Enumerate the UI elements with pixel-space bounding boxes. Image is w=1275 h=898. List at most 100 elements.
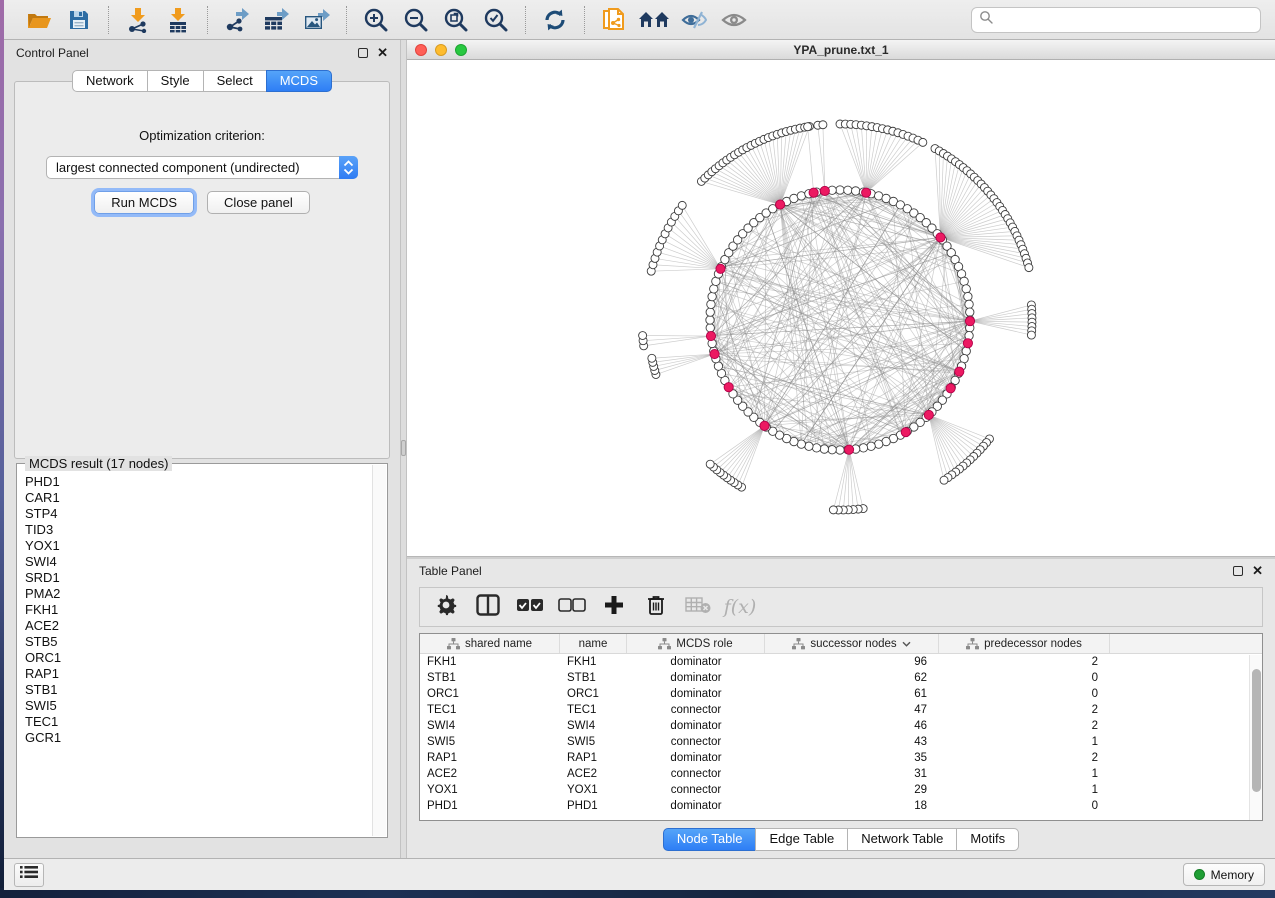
table-row[interactable]: ORC1ORC1dominator610 — [420, 686, 1262, 702]
create-column-button[interactable] — [600, 593, 628, 621]
mcds-result-item[interactable]: ACE2 — [25, 618, 372, 634]
select-all-rows-button[interactable] — [516, 593, 544, 621]
show-all-button[interactable] — [717, 5, 751, 35]
table-scrollbar-thumb[interactable] — [1252, 669, 1261, 792]
search-field[interactable] — [971, 7, 1261, 33]
run-mcds-button[interactable]: Run MCDS — [94, 191, 194, 214]
mcds-result-item[interactable]: STB5 — [25, 634, 372, 650]
delete-columns-button[interactable] — [642, 593, 670, 621]
mcds-result-item[interactable]: CAR1 — [25, 490, 372, 506]
table-tab-node-table[interactable]: Node Table — [663, 828, 757, 851]
table-tab-motifs[interactable]: Motifs — [956, 828, 1019, 851]
optimization-criterion-select[interactable]: largest connected component (undirected) — [46, 156, 358, 179]
network-graph[interactable] — [407, 60, 1275, 556]
mcds-result-item[interactable]: YOX1 — [25, 538, 372, 554]
memory-button[interactable]: Memory — [1183, 863, 1265, 886]
splitter-handle[interactable] — [401, 440, 406, 456]
first-neighbors-button[interactable] — [637, 5, 671, 35]
status-bar: Memory — [4, 858, 1275, 890]
float-panel-icon[interactable] — [358, 48, 368, 58]
node-table-header: shared namenameMCDS rolesuccessor nodesp… — [420, 634, 1262, 654]
column-header-shared-name[interactable]: shared name — [420, 634, 560, 653]
zoom-fit-button[interactable] — [439, 5, 473, 35]
table-row[interactable]: RAP1RAP1dominator352 — [420, 750, 1262, 766]
tab-mcds[interactable]: MCDS — [266, 70, 332, 92]
export-image-icon — [303, 7, 331, 33]
mcds-result-item[interactable]: SWI4 — [25, 554, 372, 570]
zoom-selected-button[interactable] — [479, 5, 513, 35]
table-tab-network-table[interactable]: Network Table — [847, 828, 957, 851]
zoom-fit-icon — [443, 7, 469, 33]
table-settings-button[interactable] — [432, 593, 460, 621]
tab-select[interactable]: Select — [203, 70, 267, 92]
node-table-body: FKH1FKH1dominator962STB1STB1dominator620… — [420, 654, 1262, 814]
apply-layout-button[interactable] — [538, 5, 572, 35]
window-maximize-icon[interactable] — [455, 44, 467, 56]
table-tab-edge-table[interactable]: Edge Table — [755, 828, 848, 851]
mcds-result-item[interactable]: GCR1 — [25, 730, 372, 746]
mcds-result-item[interactable]: SWI5 — [25, 698, 372, 714]
mcds-result-item[interactable]: FKH1 — [25, 602, 372, 618]
duplicate-network-button[interactable] — [597, 5, 631, 35]
mcds-result-item[interactable]: TID3 — [25, 522, 372, 538]
table-row[interactable]: TEC1TEC1connector472 — [420, 702, 1262, 718]
import-table-button[interactable] — [161, 5, 195, 35]
column-header-name[interactable]: name — [560, 634, 627, 653]
table-row[interactable]: FKH1FKH1dominator962 — [420, 654, 1262, 670]
table-cell: dominator — [627, 718, 765, 734]
export-table-button[interactable] — [260, 5, 294, 35]
mcds-list-scrollbar[interactable] — [372, 465, 386, 836]
search-input[interactable] — [994, 13, 1253, 27]
show-column-panel-button[interactable] — [474, 593, 502, 621]
mcds-result-item[interactable]: ORC1 — [25, 650, 372, 666]
mcds-result-item[interactable]: STB1 — [25, 682, 372, 698]
vertical-splitter[interactable] — [400, 40, 407, 858]
table-row[interactable]: PHD1PHD1dominator180 — [420, 798, 1262, 814]
window-close-icon[interactable] — [415, 44, 427, 56]
export-table-icon — [263, 7, 291, 33]
import-network-button[interactable] — [121, 5, 155, 35]
column-header-predecessor-nodes[interactable]: predecessor nodes — [939, 634, 1110, 653]
close-panel-button[interactable]: Close panel — [207, 191, 310, 214]
tab-style[interactable]: Style — [147, 70, 204, 92]
window-minimize-icon[interactable] — [435, 44, 447, 56]
table-scrollbar[interactable] — [1249, 655, 1262, 820]
unchecked-boxes-icon — [558, 598, 586, 617]
deselect-all-rows-button[interactable] — [558, 593, 586, 621]
mcds-result-item[interactable]: PMA2 — [25, 586, 372, 602]
table-row[interactable]: SWI5SWI5connector431 — [420, 734, 1262, 750]
export-image-button[interactable] — [300, 5, 334, 35]
float-table-panel-icon[interactable] — [1233, 566, 1243, 576]
table-cell: dominator — [627, 686, 765, 702]
column-header-successor-nodes[interactable]: successor nodes — [765, 634, 939, 653]
close-panel-icon[interactable]: ✕ — [377, 48, 388, 58]
mcds-result-item[interactable]: TEC1 — [25, 714, 372, 730]
table-row[interactable]: SWI4SWI4dominator462 — [420, 718, 1262, 734]
open-file-button[interactable] — [22, 5, 56, 35]
table-cell: ORC1 — [420, 686, 560, 702]
column-header-MCDS-role[interactable]: MCDS role — [627, 634, 765, 653]
save-session-button[interactable] — [62, 5, 96, 35]
task-history-button[interactable] — [14, 863, 44, 887]
function-builder-button[interactable]: f(x) — [726, 593, 754, 621]
network-canvas[interactable] — [407, 60, 1275, 556]
table-cell: SWI5 — [560, 734, 627, 750]
table-row[interactable]: STB1STB1dominator620 — [420, 670, 1262, 686]
zoom-in-button[interactable] — [359, 5, 393, 35]
table-row[interactable]: YOX1YOX1connector291 — [420, 782, 1262, 798]
hide-selected-button[interactable] — [677, 5, 711, 35]
mcds-result-item[interactable]: SRD1 — [25, 570, 372, 586]
tab-network[interactable]: Network — [72, 70, 148, 92]
mcds-result-item[interactable]: PHD1 — [25, 474, 372, 490]
export-network-button[interactable] — [220, 5, 254, 35]
table-row[interactable]: ACE2ACE2connector311 — [420, 766, 1262, 782]
destroy-table-button[interactable] — [684, 593, 712, 621]
mcds-result-item[interactable]: STP4 — [25, 506, 372, 522]
table-cell: FKH1 — [560, 654, 627, 670]
zoom-out-button[interactable] — [399, 5, 433, 35]
refresh-icon — [542, 7, 568, 33]
close-table-panel-icon[interactable]: ✕ — [1252, 566, 1263, 576]
table-cell: 1 — [939, 766, 1110, 782]
mcds-result-item[interactable]: RAP1 — [25, 666, 372, 682]
mcds-result-list: PHD1CAR1STP4TID3YOX1SWI4SRD1PMA2FKH1ACE2… — [18, 472, 372, 836]
